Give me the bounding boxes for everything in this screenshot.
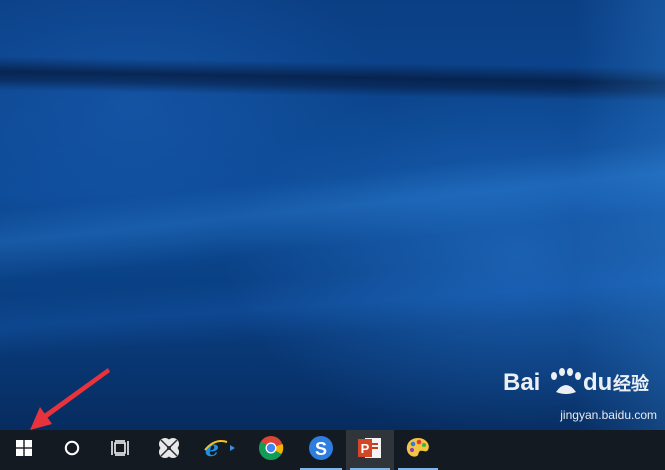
- paint-palette-icon: [405, 436, 431, 465]
- start-button[interactable]: [0, 430, 48, 470]
- svg-text:S: S: [315, 439, 327, 459]
- clover-app-icon: [157, 436, 181, 465]
- app-internet-explorer[interactable]: e: [194, 430, 246, 470]
- app-chrome[interactable]: [246, 430, 296, 470]
- svg-text:经验: 经验: [613, 373, 650, 395]
- svg-text:P: P: [361, 441, 370, 456]
- cortana-circle-icon: [64, 440, 80, 461]
- svg-text:Bai: Bai: [503, 369, 540, 396]
- sogou-icon: S: [308, 435, 334, 466]
- watermark-url: jingyan.baidu.com: [560, 408, 657, 422]
- app-pinned-1[interactable]: [144, 430, 194, 470]
- app-paint[interactable]: [394, 430, 442, 470]
- desktop-wallpaper[interactable]: Bai du 经验 jingyan.baidu.com: [0, 0, 665, 430]
- app-powerpoint[interactable]: P: [346, 430, 394, 470]
- baidu-jingyan-logo: Bai du 经验: [503, 368, 650, 396]
- internet-explorer-icon: e: [203, 436, 237, 465]
- desktop-screen: Bai du 经验 jingyan.baidu.com e S P: [0, 0, 665, 470]
- baidu-jingyan-watermark: Bai du 经验 jingyan.baidu.com: [499, 362, 659, 422]
- taskbar: e S P: [0, 430, 665, 470]
- windows-logo-icon: [16, 439, 32, 461]
- svg-text:du: du: [583, 369, 612, 396]
- chrome-icon: [258, 435, 284, 466]
- task-view-button[interactable]: [96, 430, 144, 470]
- task-view-icon: [111, 439, 129, 461]
- powerpoint-icon: P: [357, 436, 383, 465]
- app-sogou-browser[interactable]: S: [296, 430, 346, 470]
- search-button[interactable]: [48, 430, 96, 470]
